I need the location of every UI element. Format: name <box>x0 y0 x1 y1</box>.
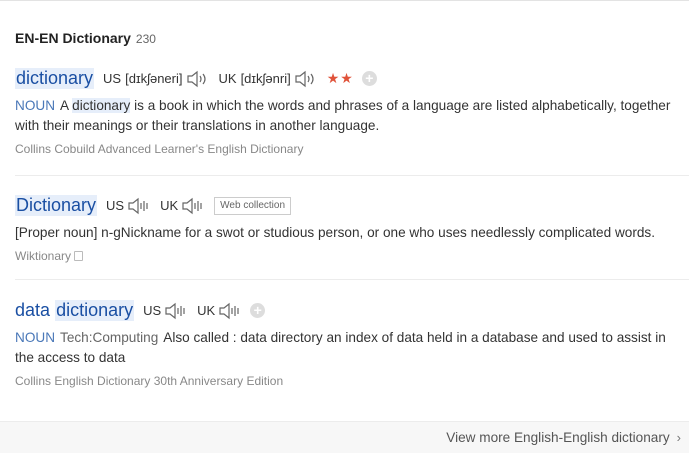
uk-phonetic: [dɪkʃənri] <box>240 71 291 86</box>
uk-pronunciation: UK [dɪkʃənri] <box>219 70 318 88</box>
speaker-icon[interactable] <box>127 197 151 215</box>
web-collection-badge: Web collection <box>214 196 292 215</box>
source: Wiktionary <box>15 249 689 263</box>
uk-label: UK <box>218 71 237 86</box>
us-pronunciation: US <box>143 302 188 320</box>
copy-icon[interactable] <box>74 251 84 261</box>
us-label: US <box>106 198 125 213</box>
uk-label: UK <box>197 303 216 318</box>
speaker-icon[interactable] <box>181 197 205 215</box>
us-pronunciation: US [dɪkʃəneri] <box>103 70 209 88</box>
entry-dictionary-proper: Dictionary US UK Web collection [Proper … <box>15 193 689 280</box>
us-label: US <box>103 71 122 86</box>
entry-headline: data dictionary US UK + <box>15 298 689 323</box>
view-more-link[interactable]: View more English-English dictionary › <box>446 430 681 445</box>
definition: [Proper noun] n-gNickname for a swot or … <box>15 225 655 240</box>
uk-label: UK <box>160 198 179 213</box>
entry-dictionary: dictionary US [dɪkʃəneri] UK [dɪkʃənri] … <box>15 66 689 176</box>
entry-headline: Dictionary US UK Web collection <box>15 193 689 218</box>
headword[interactable]: dictionary <box>15 68 95 89</box>
definition-text: A <box>60 98 69 113</box>
definition: NOUN A dictionary is a book in which the … <box>15 96 689 136</box>
part-of-speech: NOUN <box>15 330 56 345</box>
highlighted-word: dictionary <box>72 98 131 113</box>
source-label: Wiktionary <box>15 249 72 263</box>
domain-label: Tech:Computing <box>60 330 159 345</box>
speaker-icon[interactable] <box>186 70 210 88</box>
frequency-stars: ★★ <box>326 70 354 86</box>
source: Collins English Dictionary 30th Annivers… <box>15 374 284 388</box>
us-label: US <box>143 303 162 318</box>
speaker-icon[interactable] <box>294 70 318 88</box>
speaker-icon[interactable] <box>164 302 188 320</box>
uk-pronunciation: UK <box>197 302 242 320</box>
headword[interactable]: Dictionary <box>15 195 98 216</box>
section-title: EN-EN Dictionary <box>15 30 131 46</box>
speaker-icon[interactable] <box>218 302 242 320</box>
us-phonetic: [dɪkʃəneri] <box>125 71 183 86</box>
top-divider <box>0 0 689 1</box>
uk-pronunciation: UK <box>160 197 205 215</box>
chevron-right-icon: › <box>676 430 681 445</box>
dictionary-header: EN-EN Dictionary 230 <box>15 30 156 46</box>
entry-headline: dictionary US [dɪkʃəneri] UK [dɪkʃənri] … <box>15 66 689 91</box>
part-of-speech: NOUN <box>15 98 56 113</box>
definition: NOUN Tech:Computing Also called : data dir… <box>15 328 689 368</box>
headword[interactable]: data dictionary <box>15 300 135 321</box>
result-count: 230 <box>135 32 156 46</box>
us-pronunciation: US <box>106 197 151 215</box>
add-to-wordbook-button[interactable]: + <box>250 303 266 318</box>
source: Collins Cobuild Advanced Learner's Engli… <box>15 142 304 156</box>
add-to-wordbook-button[interactable]: + <box>361 71 377 86</box>
view-more-label: View more English-English dictionary <box>446 430 670 445</box>
entry-data-dictionary: data dictionary US UK + NOUN Tech:Computi… <box>15 298 689 398</box>
footer-bar: View more English-English dictionary › <box>0 421 689 453</box>
